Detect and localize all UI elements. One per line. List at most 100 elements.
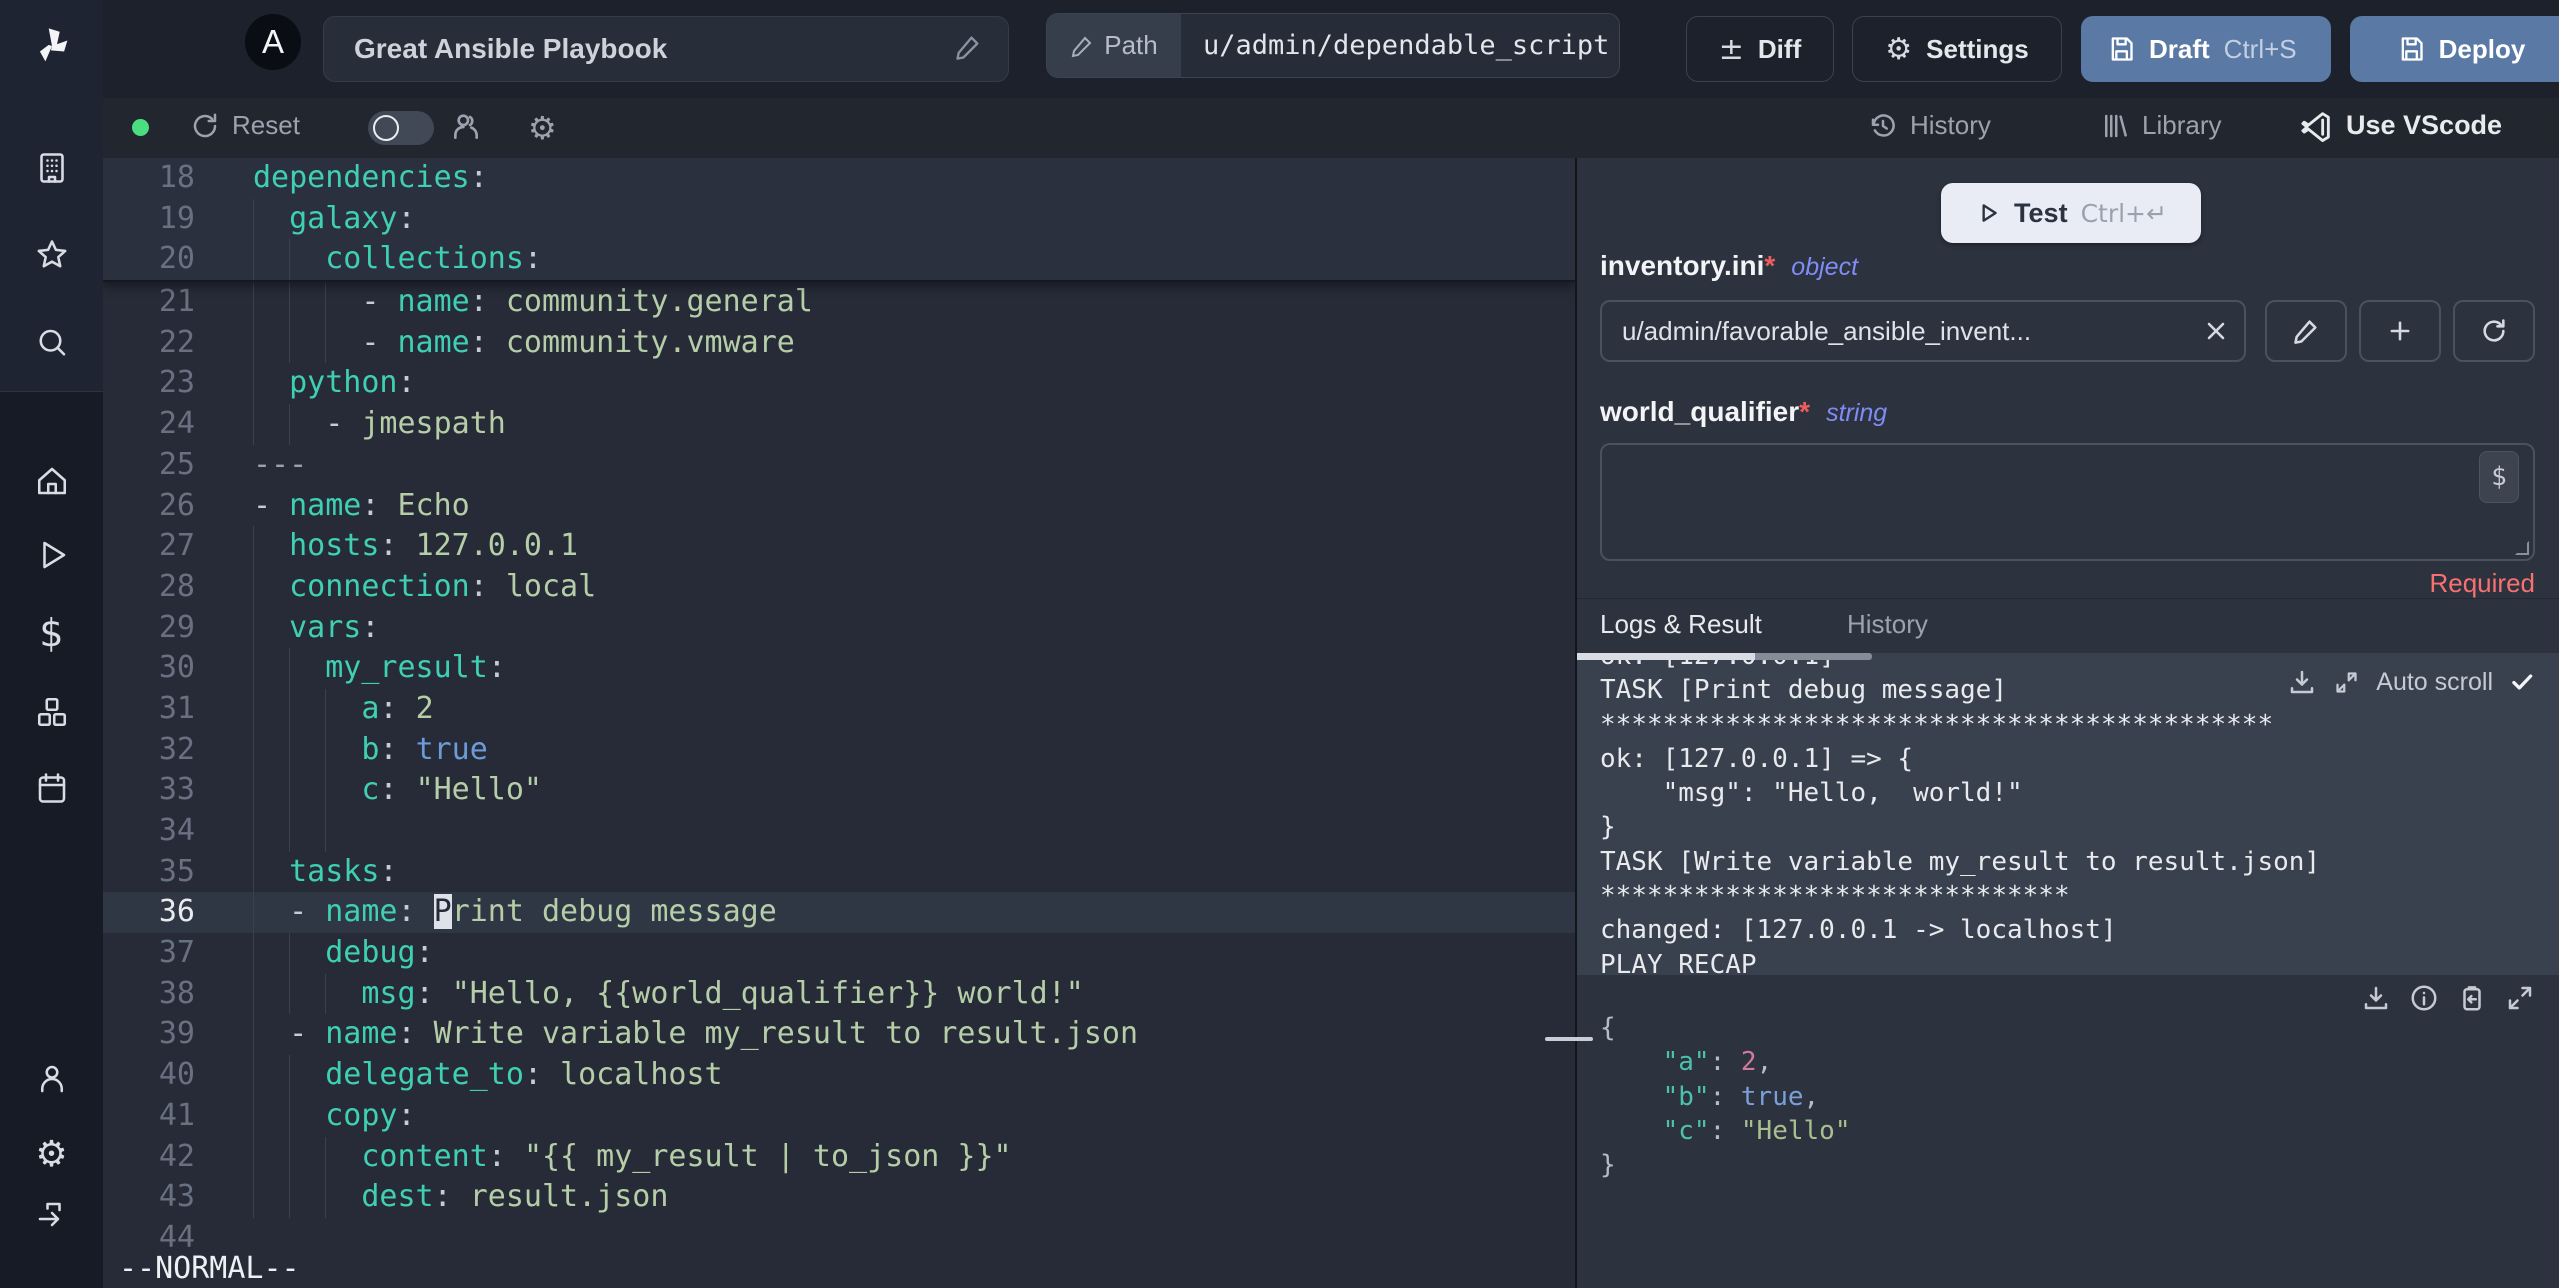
script-title-input[interactable]: Great Ansible Playbook bbox=[323, 16, 1009, 82]
field-label-inventory: inventory.ini * object bbox=[1600, 250, 1859, 281]
user-icon[interactable] bbox=[0, 1055, 103, 1103]
logout-icon[interactable] bbox=[0, 1192, 103, 1240]
draft-button[interactable]: Draft Ctrl+S bbox=[2081, 16, 2331, 82]
code-line[interactable]: 31 a: 2 bbox=[103, 688, 1575, 730]
play-icon bbox=[1982, 204, 1997, 222]
resources-icon[interactable] bbox=[0, 688, 103, 736]
log-scrollbar[interactable] bbox=[1755, 653, 1872, 660]
use-vscode-button[interactable]: Use VScode bbox=[2300, 108, 2502, 142]
draft-shortcut: Ctrl+S bbox=[2223, 33, 2297, 64]
expand-icon[interactable] bbox=[2333, 669, 2360, 696]
workspace-icon[interactable] bbox=[0, 144, 103, 192]
code-line[interactable]: 37 debug: bbox=[103, 933, 1575, 974]
insert-variable-button[interactable]: $ bbox=[2479, 451, 2519, 503]
tab-history[interactable]: History bbox=[1847, 609, 1928, 640]
log-output: ok: [127.0.0.1] TASK [Print debug messag… bbox=[1600, 653, 2321, 975]
page-title: Great Ansible Playbook bbox=[354, 33, 668, 64]
code-line[interactable]: 30 my_result: bbox=[103, 648, 1575, 689]
field-type: object bbox=[1791, 253, 1859, 281]
code-line[interactable]: 34 bbox=[103, 811, 1575, 852]
edit-resource-button[interactable] bbox=[2265, 300, 2347, 362]
info-icon[interactable] bbox=[2409, 983, 2439, 1013]
plus-icon bbox=[2390, 321, 2410, 341]
required-asterisk: * bbox=[1799, 396, 1811, 427]
play-icon bbox=[42, 541, 65, 569]
world-qualifier-textarea[interactable]: $ bbox=[1600, 443, 2535, 561]
library-button[interactable]: Library bbox=[2100, 110, 2221, 141]
textarea-resize-handle[interactable] bbox=[2515, 541, 2529, 555]
code-line[interactable]: 33 c: "Hello" bbox=[103, 770, 1575, 811]
add-resource-button[interactable] bbox=[2359, 300, 2441, 362]
code-line[interactable]: 38 msg: "Hello, {{world_qualifier}} worl… bbox=[103, 973, 1575, 1015]
person-icon bbox=[40, 1065, 63, 1093]
edit-title-icon[interactable] bbox=[954, 33, 982, 66]
code-line[interactable]: 21 - name: community.general bbox=[103, 282, 1575, 323]
path-edit-button[interactable]: Path bbox=[1047, 14, 1181, 77]
download-icon[interactable] bbox=[2361, 983, 2391, 1013]
save-icon bbox=[2401, 37, 2423, 61]
result-panel: { "a": 2, "b": true, "c": "Hello"} bbox=[1577, 975, 2559, 1288]
users-icon bbox=[454, 114, 478, 139]
settings-button[interactable]: ⚙ Settings bbox=[1852, 16, 2062, 82]
code-line[interactable]: 18 dependencies: bbox=[103, 158, 1575, 199]
reset-button[interactable]: Reset bbox=[190, 110, 300, 141]
editor-settings-button[interactable]: ⚙ bbox=[528, 109, 557, 147]
building-icon bbox=[39, 153, 64, 183]
code-line[interactable]: 43 dest: result.json bbox=[103, 1177, 1575, 1218]
code-line[interactable]: 39 - name: Write variable my_result to r… bbox=[103, 1014, 1575, 1056]
result-tabs: Logs & Result History bbox=[1577, 598, 2559, 646]
code-line[interactable]: 28 connection: local bbox=[103, 566, 1575, 608]
autoscroll-label[interactable]: Auto scroll bbox=[2376, 668, 2493, 697]
tab-logs-result[interactable]: Logs & Result bbox=[1600, 609, 1762, 640]
code-line[interactable]: 24 - jmespath bbox=[103, 404, 1575, 445]
variables-icon[interactable]: $ bbox=[0, 609, 103, 657]
download-icon[interactable] bbox=[2287, 667, 2317, 697]
pane-resize-handle[interactable] bbox=[1545, 1037, 1593, 1041]
code-line[interactable]: 32 b: true bbox=[103, 729, 1575, 771]
expand-icon[interactable] bbox=[2505, 983, 2535, 1013]
required-error: Required bbox=[2429, 568, 2535, 598]
home-icon[interactable] bbox=[0, 457, 103, 505]
schedules-icon[interactable] bbox=[0, 764, 103, 812]
settings-icon[interactable]: ⚙ bbox=[0, 1130, 103, 1178]
code-line[interactable]: 36 - name: Print debug message bbox=[103, 892, 1575, 934]
clear-icon[interactable] bbox=[2202, 317, 2230, 350]
history-clock-icon bbox=[1871, 113, 1895, 137]
diff-button[interactable]: ± Diff bbox=[1686, 16, 1834, 82]
clipboard-copy-icon[interactable] bbox=[2457, 983, 2487, 1013]
code-line[interactable]: 20 collections: bbox=[103, 239, 1575, 281]
code-line[interactable]: 22 - name: community.vmware bbox=[103, 322, 1575, 364]
gear-icon: ⚙ bbox=[528, 109, 557, 147]
runs-icon[interactable] bbox=[0, 531, 103, 579]
field-type: string bbox=[1826, 399, 1888, 427]
code-line[interactable]: 29 vars: bbox=[103, 607, 1575, 649]
inventory-resource-input[interactable]: u/admin/favorable_ansible_invent... bbox=[1600, 300, 2246, 362]
favorites-icon[interactable] bbox=[0, 231, 103, 279]
path-control[interactable]: Path u/admin/dependable_script bbox=[1046, 13, 1620, 78]
code-editor[interactable]: 18 dependencies: 19 galaxy: 20 collections:… bbox=[103, 158, 1575, 1288]
deploy-button[interactable]: Deploy bbox=[2350, 16, 2559, 82]
windmill-logo-icon[interactable] bbox=[0, 16, 103, 76]
library-books-icon bbox=[2105, 114, 2127, 137]
code-line[interactable]: 23 python: bbox=[103, 363, 1575, 405]
code-line[interactable]: 26- name: Echo bbox=[103, 486, 1575, 527]
diff-mode-toggle[interactable] bbox=[368, 111, 434, 145]
code-line[interactable]: 40 delegate_to: localhost bbox=[103, 1055, 1575, 1096]
result-toolbar bbox=[2361, 983, 2535, 1013]
code-line[interactable]: 35 tasks: bbox=[103, 851, 1575, 893]
collaborators-button[interactable] bbox=[450, 111, 482, 143]
refresh-resource-button[interactable] bbox=[2453, 300, 2535, 362]
code-line[interactable]: 25 --- bbox=[103, 445, 1575, 486]
code-line[interactable]: 44 bbox=[103, 1218, 1575, 1259]
plus-minus-icon: ± bbox=[1718, 31, 1744, 67]
result-json: { "a": 2, "b": true, "c": "Hello"} bbox=[1600, 1013, 1851, 1181]
history-button[interactable]: History bbox=[1868, 110, 1991, 141]
logs-panel[interactable]: ok: [127.0.0.1] TASK [Print debug messag… bbox=[1577, 653, 2559, 975]
test-button[interactable]: Test Ctrl+↵ bbox=[1941, 183, 2201, 243]
search-icon[interactable] bbox=[0, 319, 103, 367]
code-line[interactable]: 19 galaxy: bbox=[103, 198, 1575, 240]
code-line[interactable]: 42 content: "{{ my_result | to_json }}" bbox=[103, 1136, 1575, 1178]
code-line[interactable]: 41 copy: bbox=[103, 1095, 1575, 1137]
check-icon[interactable] bbox=[2509, 669, 2535, 695]
code-line[interactable]: 27 hosts: 127.0.0.1 bbox=[103, 526, 1575, 567]
